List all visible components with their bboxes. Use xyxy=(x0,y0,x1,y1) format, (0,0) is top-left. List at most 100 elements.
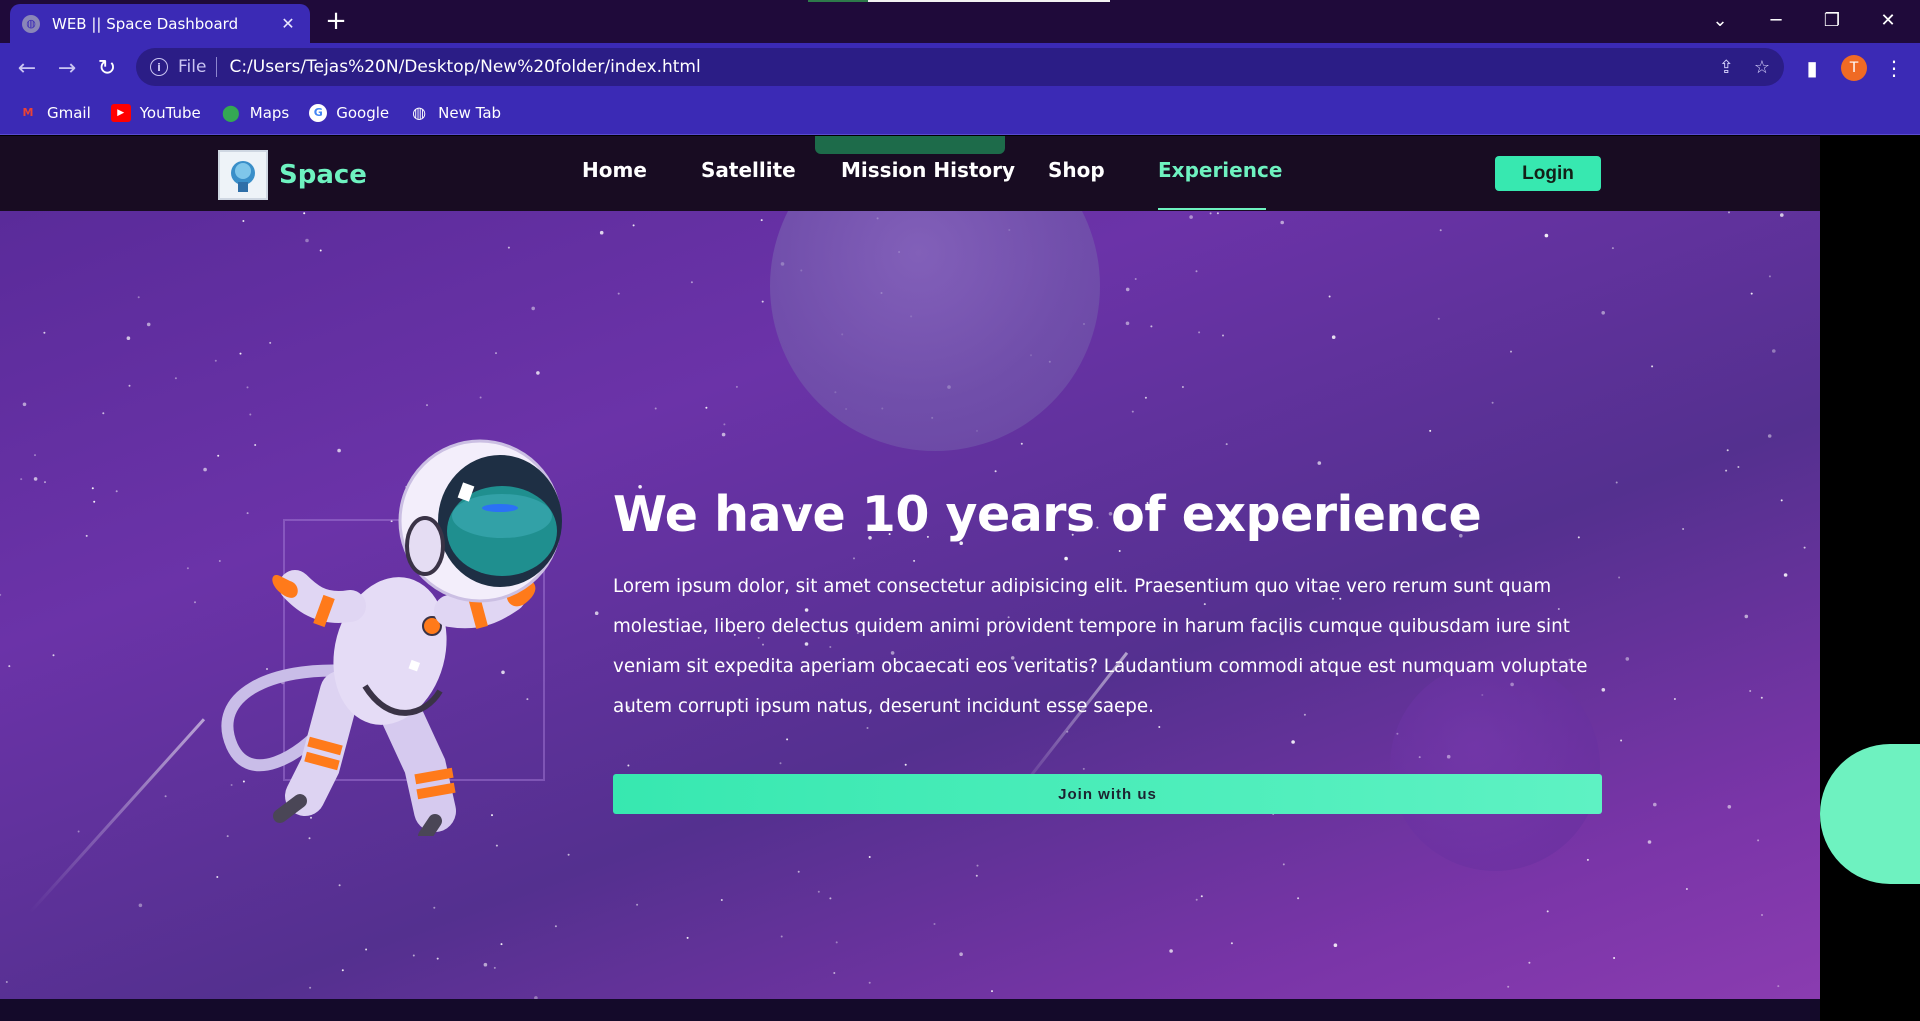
star xyxy=(720,899,723,901)
info-icon[interactable]: i xyxy=(150,58,168,76)
star xyxy=(1647,840,1652,844)
star xyxy=(1760,696,1763,699)
star xyxy=(20,478,23,481)
minimize-button[interactable]: ─ xyxy=(1748,0,1804,40)
maps-icon: ⬤ xyxy=(221,103,240,122)
star xyxy=(77,830,80,833)
star xyxy=(1685,888,1688,890)
star xyxy=(22,402,27,407)
star xyxy=(1195,270,1198,273)
star xyxy=(164,795,167,798)
star xyxy=(338,884,341,887)
bookmark-maps[interactable]: ⬤ Maps xyxy=(221,103,289,122)
back-arrow-icon[interactable]: ← xyxy=(11,52,43,84)
star xyxy=(1744,614,1749,619)
join-with-us-button[interactable]: Join with us xyxy=(613,774,1602,814)
star xyxy=(617,292,620,295)
star xyxy=(483,962,488,967)
star xyxy=(308,837,311,840)
star xyxy=(433,906,436,909)
star xyxy=(1437,317,1440,320)
experience-headline: We have 10 years of experience xyxy=(613,486,1482,543)
scroll-side-pill[interactable] xyxy=(1820,744,1920,884)
bookmark-google[interactable]: G Google xyxy=(309,103,389,122)
profile-avatar-button[interactable]: T xyxy=(1838,52,1870,84)
gmail-icon: M xyxy=(22,106,34,119)
brand[interactable]: Space xyxy=(218,150,367,200)
star xyxy=(52,654,55,657)
nav-experience[interactable]: Experience xyxy=(1158,158,1282,182)
star xyxy=(866,727,869,729)
star xyxy=(426,404,428,407)
star xyxy=(436,957,439,960)
star xyxy=(705,406,708,409)
star xyxy=(85,534,88,537)
browser-toolbar: ← → ↻ i File C:/Users/Tejas%20N/Desktop/… xyxy=(0,43,1920,91)
nav-satellite[interactable]: Satellite xyxy=(701,158,796,182)
star xyxy=(1780,499,1783,502)
star xyxy=(567,853,570,856)
close-tab-icon[interactable]: ✕ xyxy=(278,14,298,33)
star xyxy=(138,903,143,908)
star xyxy=(1125,321,1130,326)
new-tab-button[interactable]: + xyxy=(322,8,350,36)
star xyxy=(1615,481,1618,484)
star xyxy=(137,296,140,299)
star xyxy=(1726,449,1729,452)
star xyxy=(1772,349,1776,353)
youtube-icon: ▶ xyxy=(110,103,131,122)
star xyxy=(1169,949,1173,953)
star xyxy=(1611,247,1614,250)
browser-tab-active[interactable]: ◍ WEB || Space Dashboard ✕ xyxy=(10,4,310,43)
star xyxy=(1577,536,1580,539)
star xyxy=(1125,287,1130,292)
address-bar[interactable]: i File C:/Users/Tejas%20N/Desktop/New%20… xyxy=(136,48,1784,86)
address-url[interactable]: C:/Users/Tejas%20N/Desktop/New%20folder/… xyxy=(229,57,1698,77)
star xyxy=(1727,805,1732,809)
star xyxy=(1728,211,1730,214)
restore-button[interactable]: ❐ xyxy=(1804,0,1860,40)
star xyxy=(1618,576,1621,579)
star xyxy=(721,432,726,437)
reload-icon[interactable]: ↻ xyxy=(91,52,123,84)
nav-mission-history[interactable]: Mission History xyxy=(841,158,1015,182)
tab-search-icon[interactable]: ⌄ xyxy=(1692,0,1748,40)
star xyxy=(833,972,836,974)
star xyxy=(115,490,118,493)
star xyxy=(1507,985,1510,988)
star xyxy=(1317,461,1322,465)
active-nav-underline xyxy=(1158,208,1266,210)
side-panel-icon[interactable]: ▮ xyxy=(1796,52,1828,84)
star xyxy=(365,948,368,951)
star xyxy=(186,567,189,570)
star xyxy=(341,969,344,972)
bookmark-gmail[interactable]: M Gmail xyxy=(18,104,91,122)
bookmark-new-tab[interactable]: ◍ New Tab xyxy=(409,103,501,122)
login-button[interactable]: Login xyxy=(1495,156,1601,191)
star xyxy=(44,481,46,484)
nav-shop[interactable]: Shop xyxy=(1048,158,1105,182)
star xyxy=(599,230,604,235)
star xyxy=(194,601,196,604)
forward-arrow-icon[interactable]: → xyxy=(51,52,83,84)
star xyxy=(412,954,415,957)
bookmark-youtube[interactable]: ▶ YouTube xyxy=(110,103,201,122)
experience-paragraph: Lorem ipsum dolor, sit amet consectetur … xyxy=(613,576,1588,717)
tab-title: WEB || Space Dashboard xyxy=(52,14,239,33)
nav-home[interactable]: Home xyxy=(582,158,647,182)
star xyxy=(976,864,979,867)
star xyxy=(1230,942,1233,945)
star xyxy=(1064,556,1068,561)
star xyxy=(627,764,630,767)
star xyxy=(829,897,832,900)
share-icon[interactable]: ⇪ xyxy=(1719,57,1734,78)
star xyxy=(126,336,131,340)
menu-icon[interactable]: ⋮ xyxy=(1878,52,1910,84)
star xyxy=(1777,985,1780,988)
close-window-button[interactable]: ✕ xyxy=(1860,0,1916,40)
star xyxy=(933,923,936,925)
star xyxy=(1150,325,1153,328)
bookmark-star-icon[interactable]: ☆ xyxy=(1754,57,1770,78)
star xyxy=(493,966,496,969)
star xyxy=(1333,943,1338,947)
